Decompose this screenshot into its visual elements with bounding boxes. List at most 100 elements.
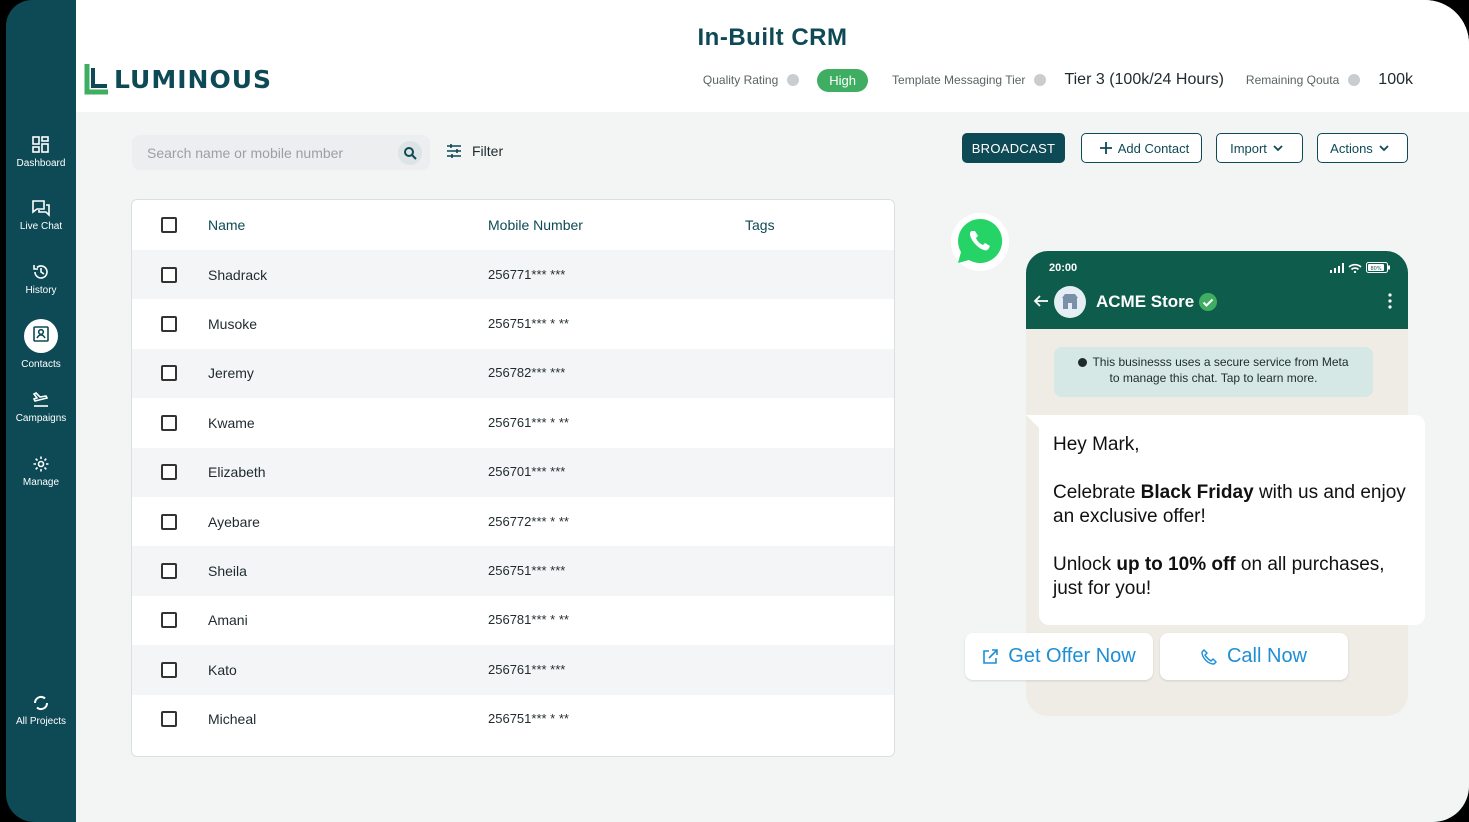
add-contact-label: Add Contact [1117,140,1190,156]
contact-mobile: 256751*** * ** [488,711,569,727]
info-icon[interactable] [1034,74,1047,86]
broadcast-button[interactable]: BROADCAST [962,133,1065,163]
contact-name: Shadrack [208,266,268,283]
messaging-tier-value: Tier 3 (100k/24 Hours) [1064,71,1224,88]
contact-name: Jeremy [208,365,254,382]
contact-mobile: 256772*** * ** [488,513,569,529]
info-icon[interactable] [787,74,800,86]
active-indicator [24,319,58,353]
row-checkbox[interactable] [161,414,177,431]
table-header: Name Mobile Number Tags [132,200,894,250]
row-checkbox[interactable] [161,365,177,382]
sidebar-item-campaigns[interactable]: Campaigns [6,391,76,424]
column-header-mobile[interactable]: Mobile Number [488,217,583,233]
contact-mobile: 256781*** * ** [488,612,569,628]
page-title: In-Built CRM [697,24,848,51]
table-row[interactable]: Jeremy 256782*** *** [132,348,894,399]
row-checkbox[interactable] [161,563,177,580]
filter-button[interactable]: Filter [446,143,503,159]
app-frame: Dashboard Live Chat History Contacts Cam… [6,0,1469,822]
sidebar-item-manage[interactable]: Manage [6,455,76,488]
info-icon[interactable] [1348,74,1361,86]
row-checkbox[interactable] [161,513,177,530]
store-name: ACME Store [1096,292,1195,311]
contact-mobile: 256751*** *** [488,563,566,579]
refresh-icon [33,695,49,711]
contact-name: Sheila [208,563,247,580]
external-link-icon [983,648,999,664]
chat-header: 20:00 80% ACME Store [1026,251,1408,329]
sidebar-item-label: Contacts [21,359,61,370]
chat-icon [32,200,50,217]
contact-name: Micheal [208,711,257,728]
verified-check-icon [1199,293,1217,311]
contact-name: Ayebare [208,513,260,530]
dashboard-icon [32,136,49,153]
info-icon [1078,358,1088,367]
table-row[interactable]: Sheila 256751*** *** [132,546,894,596]
plane-icon [32,392,49,407]
phone-icon [1201,648,1217,665]
main-content: In-Built CRM LUMINOUS Quality Rating Hig… [76,0,1469,822]
sidebar-item-all-projects[interactable]: All Projects [6,694,76,727]
row-checkbox[interactable] [161,316,177,333]
whatsapp-logo-icon [951,213,1009,271]
row-checkbox[interactable] [161,612,177,629]
table-row[interactable]: Kwame 256761*** * ** [132,398,894,447]
gear-icon [33,456,49,472]
plus-icon [1099,142,1112,154]
table-row[interactable]: Kato 256761*** *** [132,645,894,695]
store-avatar[interactable] [1054,286,1086,318]
table-row[interactable]: Shadrack 256771*** *** [132,250,894,300]
sidebar-item-history[interactable]: History [6,263,76,296]
import-label: Import [1230,140,1267,156]
contact-mobile: 256782*** *** [488,365,566,381]
remaining-quota-label: Remaining Qouta [1245,73,1340,87]
wifi-icon [1348,263,1362,273]
store-icon [1062,294,1078,309]
table-row[interactable]: Amani 256781*** * ** [132,596,894,645]
search-icon[interactable] [398,141,422,165]
import-button[interactable]: Import [1216,133,1303,163]
contact-mobile: 256761*** *** [488,661,566,677]
contact-mobile: 256761*** * ** [488,414,569,430]
column-header-tags[interactable]: Tags [745,217,775,233]
sidebar-item-label: Campaigns [15,413,67,424]
contacts-table: Name Mobile Number Tags Shadrack 256771**… [131,199,895,757]
back-arrow-icon[interactable] [1033,293,1049,309]
message-line-2: Unlock up to 10% off on all purchases, j… [1053,554,1385,599]
security-notice-text: This businesss uses a secure service fro… [1092,355,1349,385]
more-vertical-icon[interactable] [1388,293,1392,309]
row-checkbox[interactable] [161,711,177,728]
sidebar-item-dashboard[interactable]: Dashboard [6,136,76,169]
message-tail [1026,415,1040,429]
actions-button[interactable]: Actions [1317,133,1408,163]
row-checkbox[interactable] [161,661,177,678]
row-checkbox[interactable] [161,464,177,481]
table-row[interactable]: Ayebare 256772*** * ** [132,497,894,546]
select-all-checkbox[interactable] [161,217,177,233]
account-metrics: Quality Rating High Template Messaging T… [703,68,1413,92]
logo-text: LUMINOUS [114,64,272,94]
chevron-down-icon [1273,144,1283,151]
table-row[interactable]: Micheal 256751*** * ** [132,695,894,744]
contacts-icon [33,326,49,342]
actions-label: Actions [1330,140,1373,156]
row-checkbox[interactable] [161,266,177,283]
table-row[interactable]: Musoke 256751*** * ** [132,299,894,348]
column-header-name[interactable]: Name [208,217,245,233]
get-offer-button[interactable]: Get Offer Now [965,633,1153,680]
logo-mark-icon [84,64,108,95]
header: In-Built CRM LUMINOUS Quality Rating Hig… [76,0,1469,112]
contact-name: Amani [208,612,248,629]
add-contact-button[interactable]: Add Contact [1081,133,1202,163]
sidebar-item-label: History [25,285,57,296]
security-notice[interactable]: This businesss uses a secure service fro… [1054,347,1373,397]
table-row[interactable]: Elizabeth 256701*** *** [132,447,894,497]
sidebar-item-contacts[interactable]: Contacts [6,319,76,370]
contact-name: Kato [208,661,237,678]
sidebar-item-live-chat[interactable]: Live Chat [6,199,76,232]
search-input[interactable] [132,144,382,161]
call-now-button[interactable]: Call Now [1160,633,1348,680]
luminous-logo[interactable]: LUMINOUS [84,62,272,96]
